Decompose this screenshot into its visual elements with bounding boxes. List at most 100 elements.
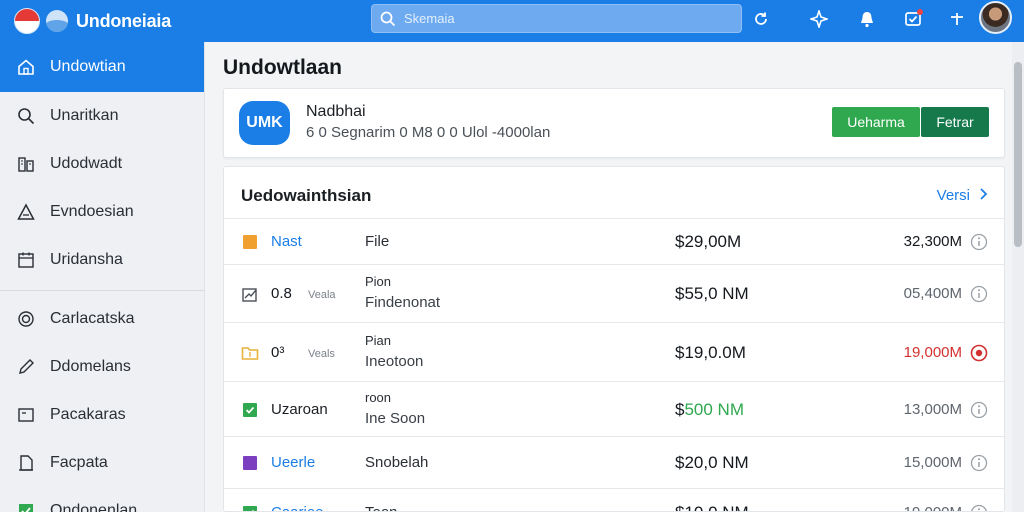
sidebar-item-building[interactable]: Udodwadt bbox=[0, 140, 204, 188]
table-row[interactable]: 0³ Veals Pian Ineotoon $19,0.0M 19,000M bbox=[224, 323, 1004, 382]
row-description: Toon bbox=[365, 504, 398, 511]
flag-icon bbox=[14, 8, 40, 34]
sidebar-item-label: Pacakaras bbox=[50, 406, 126, 423]
home-icon bbox=[16, 57, 36, 77]
table-row[interactable]: Uzaroan roon Ine Soon $500 NM 13,000M bbox=[224, 382, 1004, 437]
sidebar-divider bbox=[0, 290, 204, 291]
view-all-link[interactable]: Versi bbox=[937, 187, 988, 204]
row-amount: $20,0 NM bbox=[675, 453, 749, 473]
page-title: Undowtlaan bbox=[223, 56, 342, 79]
view-all-label: Versi bbox=[936, 187, 970, 204]
sidebar-item-home[interactable]: Undowtian bbox=[0, 42, 204, 92]
secondary-action-button[interactable]: Fetrar bbox=[921, 107, 989, 137]
notification-dot bbox=[917, 9, 923, 15]
panel-header: Uedowainthsian Versi bbox=[224, 167, 1004, 219]
check-icon bbox=[16, 501, 36, 512]
info-icon[interactable] bbox=[970, 285, 988, 303]
row-tag: Veals bbox=[308, 348, 335, 360]
sidebar-item-label: Ondonenlan bbox=[50, 502, 138, 512]
sidebar-item-label: Evndoesian bbox=[50, 203, 134, 220]
amount-value: 29,00M bbox=[684, 232, 742, 251]
sidebar: Undowtian Unaritkan Udodwadt Evndoesian … bbox=[0, 42, 205, 512]
search-box[interactable] bbox=[371, 4, 742, 33]
account-card: UMK Nadbhai 6 0 Segnarim 0 M8 0 0 Ulol -… bbox=[223, 88, 1005, 158]
pencil-icon bbox=[16, 357, 36, 377]
account-meta: 6 0 Segnarim 0 M8 0 0 Ulol -4000lan bbox=[306, 124, 551, 141]
check-icon bbox=[241, 504, 259, 511]
row-value: 19,000M bbox=[903, 344, 962, 361]
row-description: roon bbox=[365, 390, 392, 405]
row-name: Caariee bbox=[271, 504, 324, 511]
sidebar-item-label: Uridansha bbox=[50, 251, 123, 268]
info-icon[interactable] bbox=[970, 233, 988, 251]
brand[interactable]: Undoneiaia bbox=[0, 0, 205, 42]
top-bar: Undoneiaia bbox=[0, 0, 1024, 42]
sidebar-item-label: Carlacatska bbox=[50, 310, 135, 327]
transactions-panel: Uedowainthsian Versi Nast File $29,00M 3… bbox=[223, 166, 1005, 512]
sidebar-item-warning[interactable]: Evndoesian bbox=[0, 188, 204, 236]
file-icon bbox=[16, 453, 36, 473]
amount-value: 55,0 NM bbox=[684, 284, 749, 303]
square-icon bbox=[241, 233, 259, 251]
sidebar-item-search[interactable]: Unaritkan bbox=[0, 92, 204, 140]
scrollbar-thumb[interactable] bbox=[1014, 62, 1022, 247]
sidebar-item-image[interactable]: Pacakaras bbox=[0, 391, 204, 439]
building-icon bbox=[16, 154, 36, 174]
square-icon bbox=[241, 454, 259, 472]
row-value: 19,000M bbox=[904, 504, 962, 511]
row-description: Pian bbox=[365, 333, 392, 348]
plus-icon[interactable] bbox=[946, 8, 968, 30]
row-subdescription: Findenonat bbox=[365, 294, 441, 311]
row-name: Uzaroan bbox=[271, 401, 328, 418]
row-name: Nast bbox=[271, 233, 302, 250]
sidebar-item-calendar[interactable]: Uridansha bbox=[0, 236, 204, 284]
search-input[interactable] bbox=[404, 11, 704, 26]
folder-icon bbox=[241, 344, 259, 362]
row-description: File bbox=[365, 233, 390, 250]
row-name: Ueerle bbox=[271, 454, 316, 471]
sidebar-item-label: Unaritkan bbox=[50, 107, 119, 124]
brand-logo-icon bbox=[46, 10, 68, 32]
table-row[interactable]: Ueerle Snobelah $20,0 NM 15,000M bbox=[224, 437, 1004, 489]
compass-icon[interactable] bbox=[808, 8, 830, 30]
bell-icon[interactable] bbox=[856, 8, 878, 30]
table-row[interactable]: Caariee Toon $10,0 NM 19,000M bbox=[224, 489, 1004, 511]
table-row[interactable]: 0.8 Veala Pion Findenonat $55,0 NM 05,40… bbox=[224, 265, 1004, 323]
sidebar-item-file[interactable]: Facpata bbox=[0, 439, 204, 487]
amount-value: 20,0 NM bbox=[684, 453, 749, 472]
amount-value: 500 NM bbox=[684, 400, 744, 419]
chart-icon bbox=[241, 285, 259, 303]
sidebar-item-label: Udodwadt bbox=[50, 155, 123, 172]
sidebar-item-pencil[interactable]: Ddomelans bbox=[0, 343, 204, 391]
row-tag: Veala bbox=[308, 289, 336, 301]
row-description: Snobelah bbox=[365, 454, 429, 471]
image-icon bbox=[16, 405, 36, 425]
alert-icon[interactable] bbox=[970, 344, 988, 362]
sidebar-item-label: Ddomelans bbox=[50, 358, 131, 375]
amount-value: 19,0.0M bbox=[684, 343, 746, 362]
row-amount: $55,0 NM bbox=[675, 284, 749, 304]
amount-value: 10,0 NM bbox=[684, 503, 748, 511]
sidebar-item-check[interactable]: Ondonenlan bbox=[0, 487, 204, 512]
brand-name: Undoneiaia bbox=[76, 10, 172, 31]
row-amount: $19,0.0M bbox=[675, 343, 746, 363]
row-amount: $500 NM bbox=[675, 400, 744, 420]
row-amount: $10,0 NM bbox=[675, 503, 749, 511]
sidebar-item-label: Facpata bbox=[50, 454, 108, 471]
table-row[interactable]: Nast File $29,00M 32,300M bbox=[224, 219, 1004, 265]
sidebar-item-target[interactable]: Carlacatska bbox=[0, 295, 204, 343]
info-icon[interactable] bbox=[970, 454, 988, 472]
scrollbar[interactable] bbox=[1012, 42, 1024, 512]
row-value: 15,000M bbox=[903, 454, 962, 471]
search-icon bbox=[16, 106, 36, 126]
info-icon[interactable] bbox=[970, 401, 988, 419]
avatar[interactable] bbox=[979, 1, 1012, 34]
row-name: 0.8 bbox=[271, 285, 292, 302]
refresh-icon[interactable] bbox=[750, 8, 772, 30]
info-icon[interactable] bbox=[970, 504, 988, 511]
primary-action-button[interactable]: Ueharma bbox=[832, 107, 920, 137]
inbox-icon[interactable] bbox=[902, 8, 924, 30]
account-logo: UMK bbox=[239, 101, 290, 145]
check-icon bbox=[241, 401, 259, 419]
row-name: 0³ bbox=[271, 344, 285, 361]
